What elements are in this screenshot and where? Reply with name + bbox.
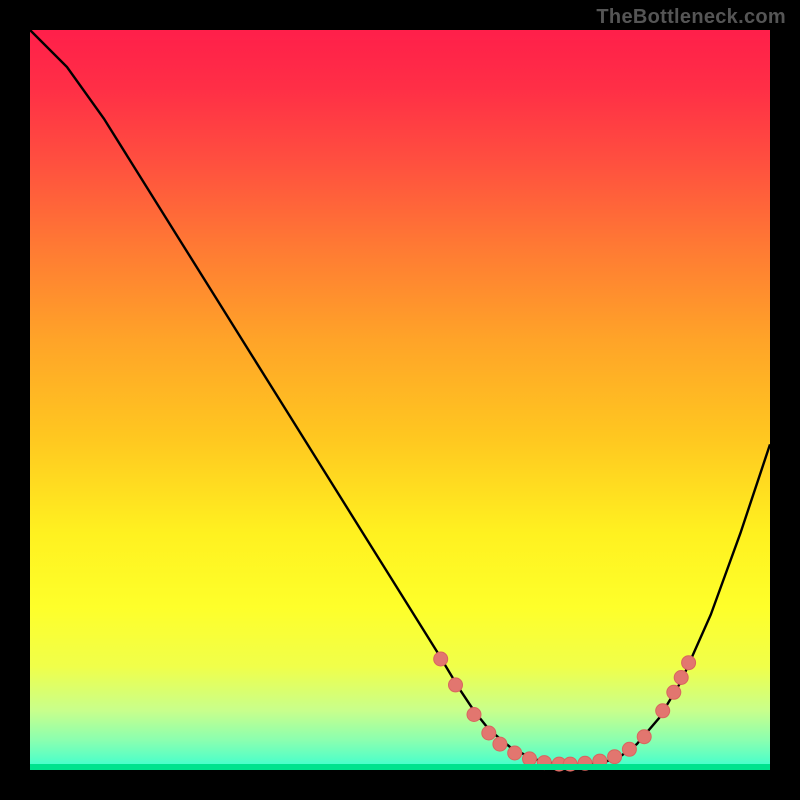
marker-dot — [434, 652, 448, 666]
marker-dot — [656, 704, 670, 718]
chart-svg — [30, 30, 770, 770]
chart-area — [30, 30, 770, 770]
marker-dot — [682, 656, 696, 670]
marker-dot — [608, 750, 622, 764]
marker-dot — [667, 685, 681, 699]
marker-dot — [482, 726, 496, 740]
bottleneck-curve — [30, 30, 770, 764]
watermark-text: TheBottleneck.com — [596, 6, 786, 29]
marker-dot — [449, 678, 463, 692]
marker-dot — [493, 737, 507, 751]
marker-dot — [508, 746, 522, 760]
marker-dot — [622, 742, 636, 756]
marker-group — [434, 652, 696, 771]
marker-dot — [467, 708, 481, 722]
marker-dot — [637, 730, 651, 744]
baseline-green — [30, 764, 770, 770]
marker-dot — [674, 671, 688, 685]
